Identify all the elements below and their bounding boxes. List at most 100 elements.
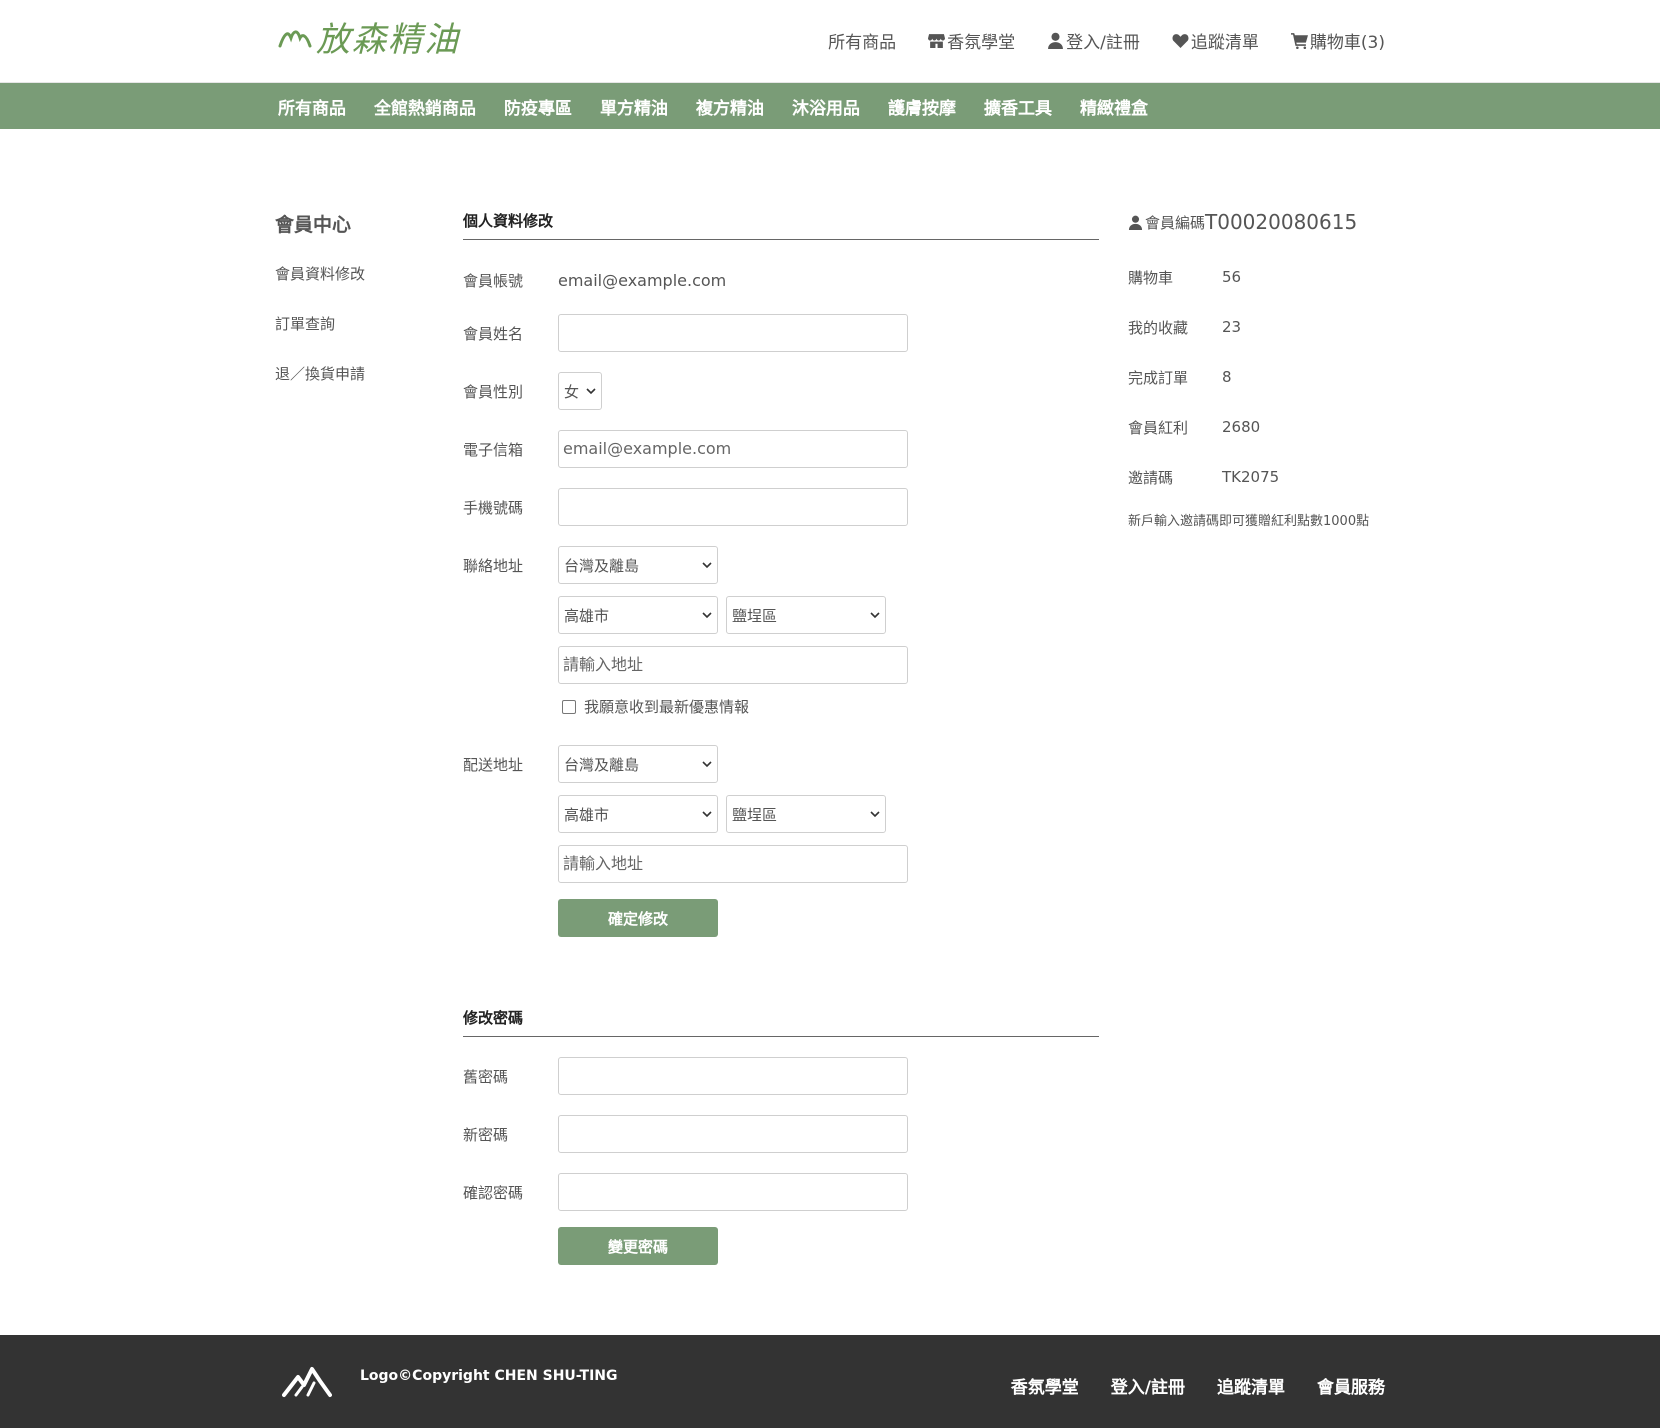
old-password-row: 舊密碼 <box>463 1057 1099 1095</box>
stat-favorites: 我的收藏 23 <box>1128 302 1398 352</box>
category-blended-oils[interactable]: 複方精油 <box>696 94 764 119</box>
profile-section-title: 個人資料修改 <box>463 210 1099 240</box>
account-label: 會員帳號 <box>463 271 524 290</box>
topnav-label: 香氛學堂 <box>947 33 1016 53</box>
newsletter-row: 我願意收到最新優惠情報 <box>558 696 1099 717</box>
topnav-label: 追蹤清單 <box>1190 33 1259 53</box>
account-row: 會員帳號 email@example.com <box>463 268 1099 292</box>
stat-value: 23 <box>1222 318 1242 336</box>
shipping-address-label: 配送地址 <box>463 755 524 774</box>
contact-address-row: 聯絡地址 台灣及離島 <box>463 546 1099 584</box>
category-best-sellers[interactable]: 全館熱銷商品 <box>374 94 476 119</box>
shipping-city-row: 高雄市 鹽埕區 <box>558 795 1099 833</box>
footer-link-login[interactable]: 登入/註冊 <box>1111 1373 1185 1398</box>
shipping-district-select[interactable]: 鹽埕區 <box>726 795 886 833</box>
category-skincare-massage[interactable]: 護膚按摩 <box>888 94 956 119</box>
confirm-password-input[interactable] <box>558 1173 908 1211</box>
stat-bonus-points: 會員紅利 2680 <box>1128 402 1398 452</box>
email-input[interactable]: email@example.com <box>558 430 908 468</box>
new-password-input[interactable] <box>558 1115 908 1153</box>
gender-select[interactable]: 女 <box>558 372 602 410</box>
invite-note: 新戶輸入邀請碼即可獲贈紅利點數1000點 <box>1128 514 1370 529</box>
copyright-text: Logo©Copyright CHEN SHU-TING <box>360 1368 618 1384</box>
email-row: 電子信箱 email@example.com <box>463 430 1099 468</box>
topnav-all-products[interactable]: 所有商品 <box>828 28 896 53</box>
profile-submit-row: 確定修改 <box>558 899 1099 937</box>
chevron-down-icon <box>870 809 880 819</box>
category-gift-boxes[interactable]: 精緻禮盒 <box>1080 94 1148 119</box>
contact-address-input[interactable]: 請輸入地址 <box>558 646 908 684</box>
name-label: 會員姓名 <box>463 324 524 343</box>
footer-link-wishlist[interactable]: 追蹤清單 <box>1217 1373 1285 1398</box>
sidebar-item-returns[interactable]: 退／換貨申請 <box>275 364 435 414</box>
topnav-aroma-academy[interactable]: 香氛學堂 <box>928 28 1015 53</box>
stat-label: 邀請碼 <box>1128 468 1174 487</box>
topnav-login[interactable]: 登入/註冊 <box>1047 28 1140 53</box>
newsletter-label: 我願意收到最新優惠情報 <box>584 698 750 716</box>
change-password-button[interactable]: 變更密碼 <box>558 1227 718 1265</box>
shipping-region-select[interactable]: 台灣及離島 <box>558 745 718 783</box>
footer-link-member-service[interactable]: 會員服務 <box>1317 1373 1385 1398</box>
phone-input[interactable] <box>558 488 908 526</box>
stat-value: TK2075 <box>1222 468 1280 486</box>
logo-text: 放森精油 <box>316 20 460 60</box>
new-password-row: 新密碼 <box>463 1115 1099 1153</box>
shipping-district-value: 鹽埕區 <box>732 805 778 824</box>
sidebar-item-orders[interactable]: 訂單查詢 <box>275 314 435 364</box>
shipping-address-row: 配送地址 台灣及離島 <box>463 745 1099 783</box>
contact-address-label: 聯絡地址 <box>463 556 524 575</box>
phone-row: 手機號碼 <box>463 488 1099 526</box>
stat-completed-orders: 完成訂單 8 <box>1128 352 1398 402</box>
shipping-city-select[interactable]: 高雄市 <box>558 795 718 833</box>
user-icon <box>1048 32 1064 49</box>
sidebar-title: 會員中心 <box>275 214 352 236</box>
chevron-down-icon <box>702 560 712 570</box>
category-single-oils[interactable]: 單方精油 <box>600 94 668 119</box>
gender-label: 會員性別 <box>463 382 524 401</box>
site-logo[interactable]: 放森精油 <box>278 12 460 61</box>
chevron-down-icon <box>702 759 712 769</box>
password-submit-row: 變更密碼 <box>558 1227 1099 1265</box>
stat-cart: 購物車 56 <box>1128 252 1398 302</box>
chevron-down-icon <box>702 809 712 819</box>
chevron-down-icon <box>702 610 712 620</box>
category-bar: 所有商品 全館熱銷商品 防疫專區 單方精油 複方精油 沐浴用品 護膚按摩 擴香工… <box>0 83 1660 129</box>
footer-link-aroma-academy[interactable]: 香氛學堂 <box>1011 1373 1079 1398</box>
user-icon <box>1128 215 1143 230</box>
confirm-edit-button[interactable]: 確定修改 <box>558 899 718 937</box>
member-sidebar: 會員中心 會員資料修改 訂單查詢 退／換貨申請 <box>275 210 435 414</box>
old-password-input[interactable] <box>558 1057 908 1095</box>
category-bath[interactable]: 沐浴用品 <box>792 94 860 119</box>
category-diffuser-tools[interactable]: 擴香工具 <box>984 94 1052 119</box>
stat-label: 完成訂單 <box>1128 368 1189 387</box>
contact-district-select[interactable]: 鹽埕區 <box>726 596 886 634</box>
top-navigation: 所有商品 香氛學堂 登入/註冊 追蹤清單 購物車(3) <box>796 28 1385 53</box>
old-password-label: 舊密碼 <box>463 1067 509 1086</box>
shipping-address-input[interactable]: 請輸入地址 <box>558 845 908 883</box>
topnav-label: 登入/註冊 <box>1066 33 1140 53</box>
contact-city-select[interactable]: 高雄市 <box>558 596 718 634</box>
chevron-down-icon <box>870 610 880 620</box>
topnav-label: 所有商品 <box>828 33 897 53</box>
gender-value: 女 <box>564 382 580 401</box>
mountain-logo-icon <box>282 1367 332 1397</box>
stat-value: 56 <box>1222 268 1242 286</box>
newsletter-checkbox[interactable] <box>562 699 576 714</box>
category-epidemic-prevention[interactable]: 防疫專區 <box>504 94 572 119</box>
contact-district-value: 鹽埕區 <box>732 606 778 625</box>
topnav-cart[interactable]: 購物車(3) <box>1290 28 1385 53</box>
sidebar-item-edit-profile[interactable]: 會員資料修改 <box>275 264 435 314</box>
shipping-city-value: 高雄市 <box>564 805 610 824</box>
category-all-products[interactable]: 所有商品 <box>278 94 346 119</box>
member-summary-panel: 會員編碼 T00020080615 購物車 56 我的收藏 23 完成訂單 8 … <box>1128 210 1398 529</box>
member-id-label: 會員編碼 <box>1145 213 1206 232</box>
account-value: email@example.com <box>558 270 727 290</box>
name-row: 會員姓名 <box>463 314 1099 352</box>
topnav-wishlist[interactable]: 追蹤清單 <box>1172 28 1259 53</box>
chevron-down-icon <box>586 386 596 396</box>
mountain-logo-icon <box>278 30 312 47</box>
name-input[interactable] <box>558 314 908 352</box>
site-header: 放森精油 所有商品 香氛學堂 登入/註冊 追蹤清單 購物車(3) <box>0 0 1660 83</box>
stat-invite-code: 邀請碼 TK2075 <box>1128 452 1398 502</box>
contact-region-select[interactable]: 台灣及離島 <box>558 546 718 584</box>
